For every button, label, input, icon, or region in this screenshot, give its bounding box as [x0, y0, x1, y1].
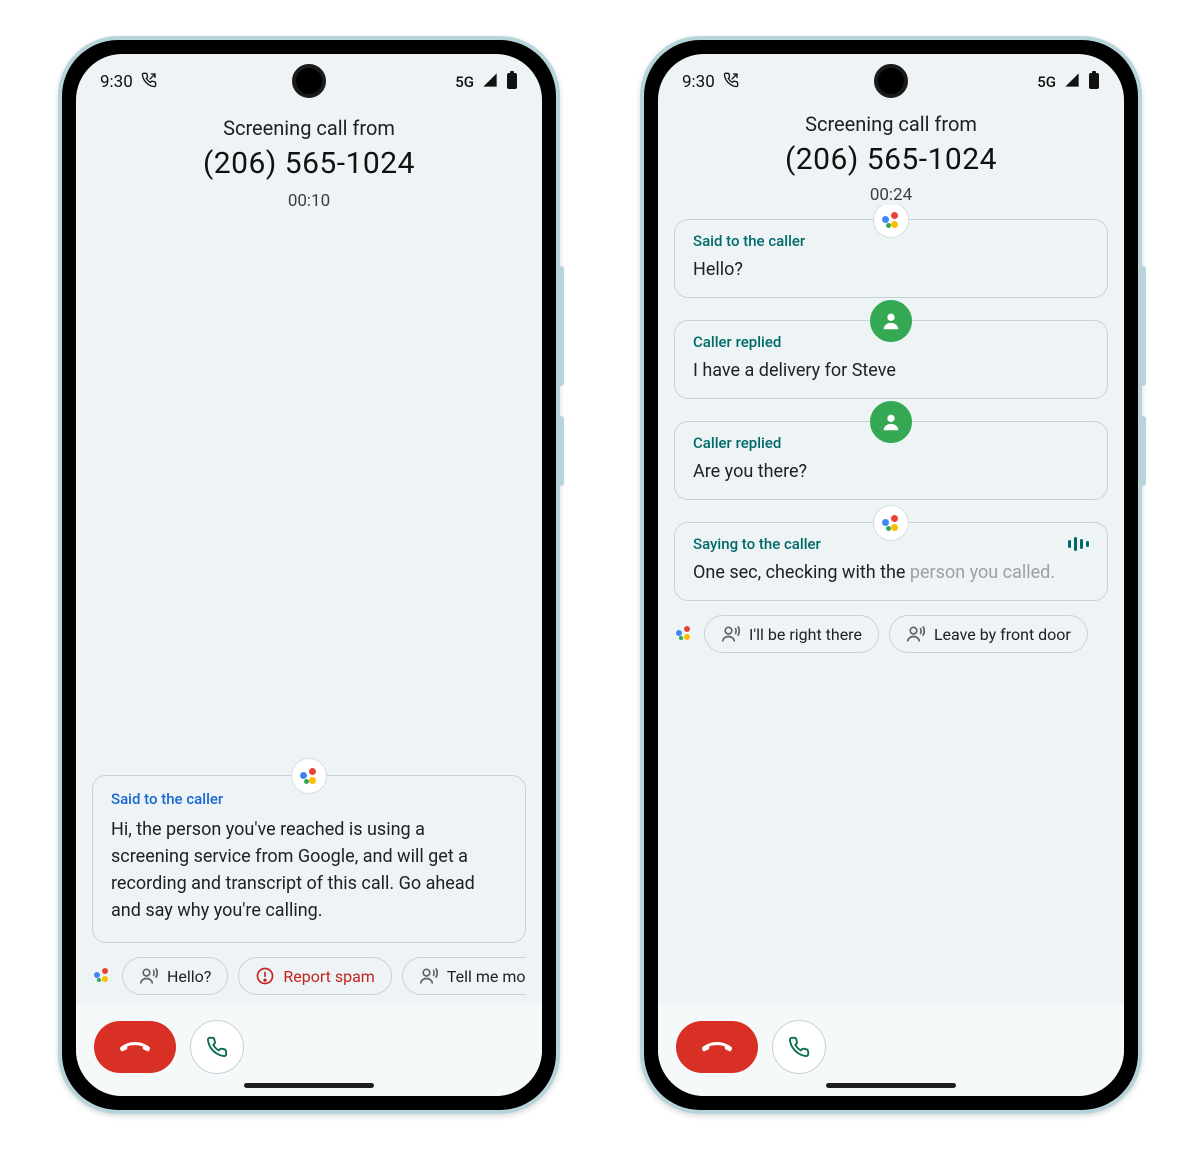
elapsed-time: 00:10 — [76, 191, 542, 211]
signal-icon — [1064, 72, 1080, 93]
caller-number: (206) 565-1024 — [658, 142, 1124, 177]
person-icon — [870, 300, 912, 342]
chip-label: Report spam — [283, 967, 374, 986]
card-text: Hi, the person you've reached is using a… — [111, 816, 507, 924]
reply-chips: Hello? Report spam Tell me mo — [92, 943, 526, 1005]
chip-hello[interactable]: Hello? — [122, 957, 228, 995]
reply-chips: I'll be right there Leave by front door — [674, 601, 1108, 663]
sound-wave-icon — [1068, 537, 1089, 551]
chip-label: Tell me mo — [447, 967, 526, 986]
person-icon — [870, 401, 912, 443]
home-indicator[interactable] — [244, 1083, 374, 1088]
transcript-card-live: Saying to the caller One sec, checking w… — [674, 522, 1108, 601]
battery-icon — [506, 71, 518, 94]
transcript-card: Said to the caller Hello? — [674, 219, 1108, 298]
front-camera — [874, 64, 908, 98]
network-label: 5G — [1037, 73, 1056, 91]
end-call-button[interactable] — [94, 1021, 176, 1073]
signal-icon — [482, 72, 498, 93]
transcript-card: Caller replied Are you there? — [674, 421, 1108, 500]
chip-leave-by-door[interactable]: Leave by front door — [889, 615, 1088, 653]
chip-label: Hello? — [167, 967, 211, 986]
header-line1: Screening call from — [658, 112, 1124, 136]
transcript-card: Said to the caller Hi, the person you've… — [92, 775, 526, 943]
battery-icon — [1088, 71, 1100, 94]
chip-label: I'll be right there — [749, 625, 862, 644]
assistant-icon — [676, 626, 692, 642]
card-text: I have a delivery for Steve — [693, 357, 1089, 384]
assistant-icon — [291, 758, 327, 794]
end-call-button[interactable] — [676, 1021, 758, 1073]
call-icon — [723, 72, 739, 93]
card-text: Are you there? — [693, 458, 1089, 485]
chip-report-spam[interactable]: Report spam — [238, 957, 391, 995]
home-indicator[interactable] — [826, 1083, 956, 1088]
network-label: 5G — [455, 73, 474, 91]
call-icon — [141, 72, 157, 93]
card-text: One sec, checking with the person you ca… — [693, 559, 1089, 586]
card-label: Saying to the caller — [693, 535, 821, 553]
chip-label: Leave by front door — [934, 625, 1071, 644]
card-text: Hello? — [693, 256, 1089, 283]
clock: 9:30 — [100, 72, 133, 92]
elapsed-time: 00:24 — [658, 185, 1124, 205]
transcript-card: Caller replied I have a delivery for Ste… — [674, 320, 1108, 399]
header-line1: Screening call from — [76, 116, 542, 140]
chip-tell-me-more[interactable]: Tell me mo — [402, 957, 526, 995]
call-header: Screening call from (206) 565-1024 00:10 — [76, 110, 542, 211]
chip-be-right-there[interactable]: I'll be right there — [704, 615, 879, 653]
caller-number: (206) 565-1024 — [76, 146, 542, 181]
assistant-icon — [94, 968, 110, 984]
answer-call-button[interactable] — [772, 1020, 826, 1074]
assistant-icon — [873, 505, 909, 541]
clock: 9:30 — [682, 72, 715, 92]
answer-call-button[interactable] — [190, 1020, 244, 1074]
front-camera — [292, 64, 326, 98]
call-header: Screening call from (206) 565-1024 00:24 — [658, 110, 1124, 205]
